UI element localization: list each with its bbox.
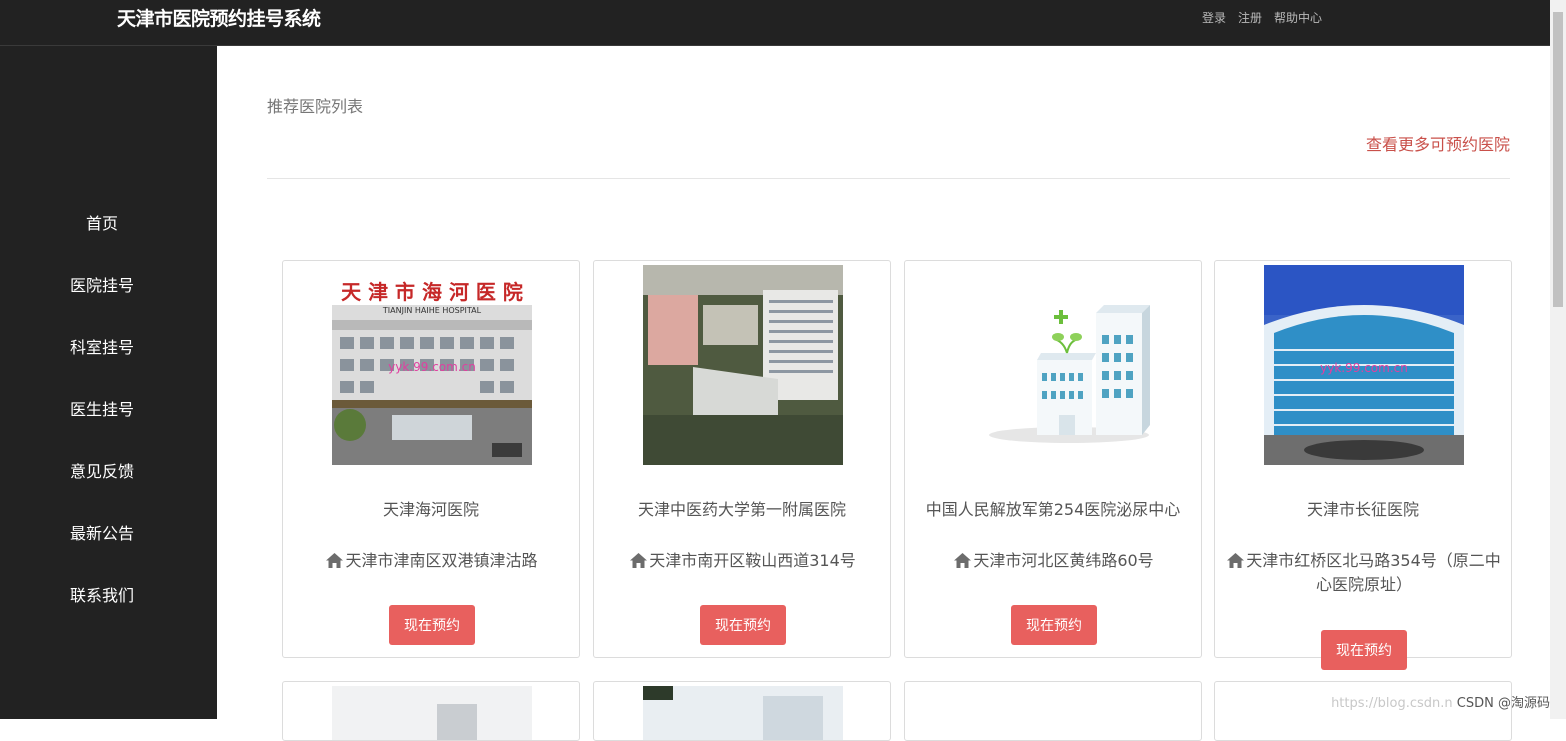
sidebar-item-announcements[interactable]: 最新公告 <box>0 520 204 544</box>
login-link[interactable]: 登录 <box>1202 9 1226 26</box>
hospital-address: 天津市津南区双港镇津沽路 <box>293 549 571 573</box>
top-links: 登录 注册 帮助中心 <box>1202 9 1322 26</box>
hospital-card <box>282 681 580 741</box>
main-content: 推荐医院列表 查看更多可预约医院 天 津 市 海 河 医 院 TIANJIN H… <box>217 46 1550 741</box>
hospital-photo[interactable] <box>643 686 843 740</box>
book-now-button[interactable]: 现在预约 <box>1321 630 1407 670</box>
watermark-text: CSDN @淘源码 <box>1456 696 1550 711</box>
site-brand[interactable]: 天津市医院预约挂号系统 <box>117 4 321 31</box>
top-navbar: 天津市医院预约挂号系统 登录 注册 帮助中心 <box>0 0 1550 46</box>
hospital-name: 天津海河医院 <box>382 500 479 519</box>
svg-text:yyk.99.com.cn: yyk.99.com.cn <box>388 360 476 374</box>
hospital-card: 中国人民解放军第254医院泌尿中心 天津市河北区黄纬路60号 现在预约 <box>904 260 1202 658</box>
section-title: 推荐医院列表 <box>267 97 364 116</box>
svg-text:天 津 市 海 河 医 院: 天 津 市 海 河 医 院 <box>341 280 523 304</box>
sidebar: 首页 医院挂号 科室挂号 医生挂号 意见反馈 最新公告 联系我们 <box>0 46 217 719</box>
hospital-card: yyk.99.com.cn 天津市长征医院 天津市红桥区北马路354号（原二中心… <box>1214 260 1512 670</box>
more-hospitals-link[interactable]: 查看更多可预约医院 <box>1366 131 1510 155</box>
hospital-address-text: 天津市津南区双港镇津沽路 <box>345 551 538 570</box>
svg-text:TIANJIN HAIHE HOSPITAL: TIANJIN HAIHE HOSPITAL <box>382 306 482 315</box>
home-icon <box>630 553 648 568</box>
hospital-photo[interactable] <box>954 265 1154 465</box>
hospital-photo[interactable]: yyk.99.com.cn <box>1264 265 1464 465</box>
hospital-card <box>904 681 1202 741</box>
hospital-address: 天津市红桥区北马路354号（原二中心医院原址） <box>1225 549 1503 597</box>
hospital-photo[interactable] <box>643 265 843 465</box>
hospital-card: 天津中医药大学第一附属医院 天津市南开区鞍山西道314号 现在预约 <box>593 260 891 658</box>
hospital-address-text: 天津市红桥区北马路354号（原二中心医院原址） <box>1246 551 1501 594</box>
hospital-photo[interactable]: 天 津 市 海 河 医 院 TIANJIN HAIHE HOSPITAL yyk… <box>332 265 532 465</box>
sidebar-item-contact[interactable]: 联系我们 <box>0 582 204 606</box>
book-now-button[interactable]: 现在预约 <box>1011 605 1097 645</box>
home-icon <box>1227 553 1245 568</box>
hospital-address: 天津市河北区黄纬路60号 <box>915 549 1193 573</box>
watermark-url: https://blog.csdn.n <box>1331 696 1453 711</box>
hospital-name: 天津中医药大学第一附属医院 <box>637 500 846 519</box>
sidebar-item-home[interactable]: 首页 <box>0 210 204 234</box>
scrollbar-thumb[interactable] <box>1553 12 1563 307</box>
home-icon <box>954 553 972 568</box>
hospital-address-text: 天津市河北区黄纬路60号 <box>973 551 1154 570</box>
sidebar-item-department-register[interactable]: 科室挂号 <box>0 334 204 358</box>
divider <box>267 178 1510 179</box>
vertical-scrollbar[interactable] <box>1550 0 1566 719</box>
hospital-address: 天津市南开区鞍山西道314号 <box>604 549 882 573</box>
hospital-card <box>1214 681 1512 741</box>
sidebar-item-feedback[interactable]: 意见反馈 <box>0 458 204 482</box>
book-now-button[interactable]: 现在预约 <box>389 605 475 645</box>
hospital-name: 中国人民解放军第254医院泌尿中心 <box>925 500 1181 519</box>
hospital-address-text: 天津市南开区鞍山西道314号 <box>649 551 856 570</box>
svg-text:yyk.99.com.cn: yyk.99.com.cn <box>1320 361 1408 375</box>
csdn-watermark: https://blog.csdn.n CSDN @淘源码 <box>1331 692 1550 711</box>
sidebar-item-hospital-register[interactable]: 医院挂号 <box>0 272 204 296</box>
hospital-card <box>593 681 891 741</box>
hospital-card: 天 津 市 海 河 医 院 TIANJIN HAIHE HOSPITAL yyk… <box>282 260 580 658</box>
register-link[interactable]: 注册 <box>1238 9 1262 26</box>
book-now-button[interactable]: 现在预约 <box>700 605 786 645</box>
help-center-link[interactable]: 帮助中心 <box>1274 9 1322 26</box>
sidebar-item-doctor-register[interactable]: 医生挂号 <box>0 396 204 420</box>
home-icon <box>326 553 344 568</box>
hospital-photo[interactable] <box>332 686 532 740</box>
hospital-name: 天津市长征医院 <box>1306 500 1419 519</box>
